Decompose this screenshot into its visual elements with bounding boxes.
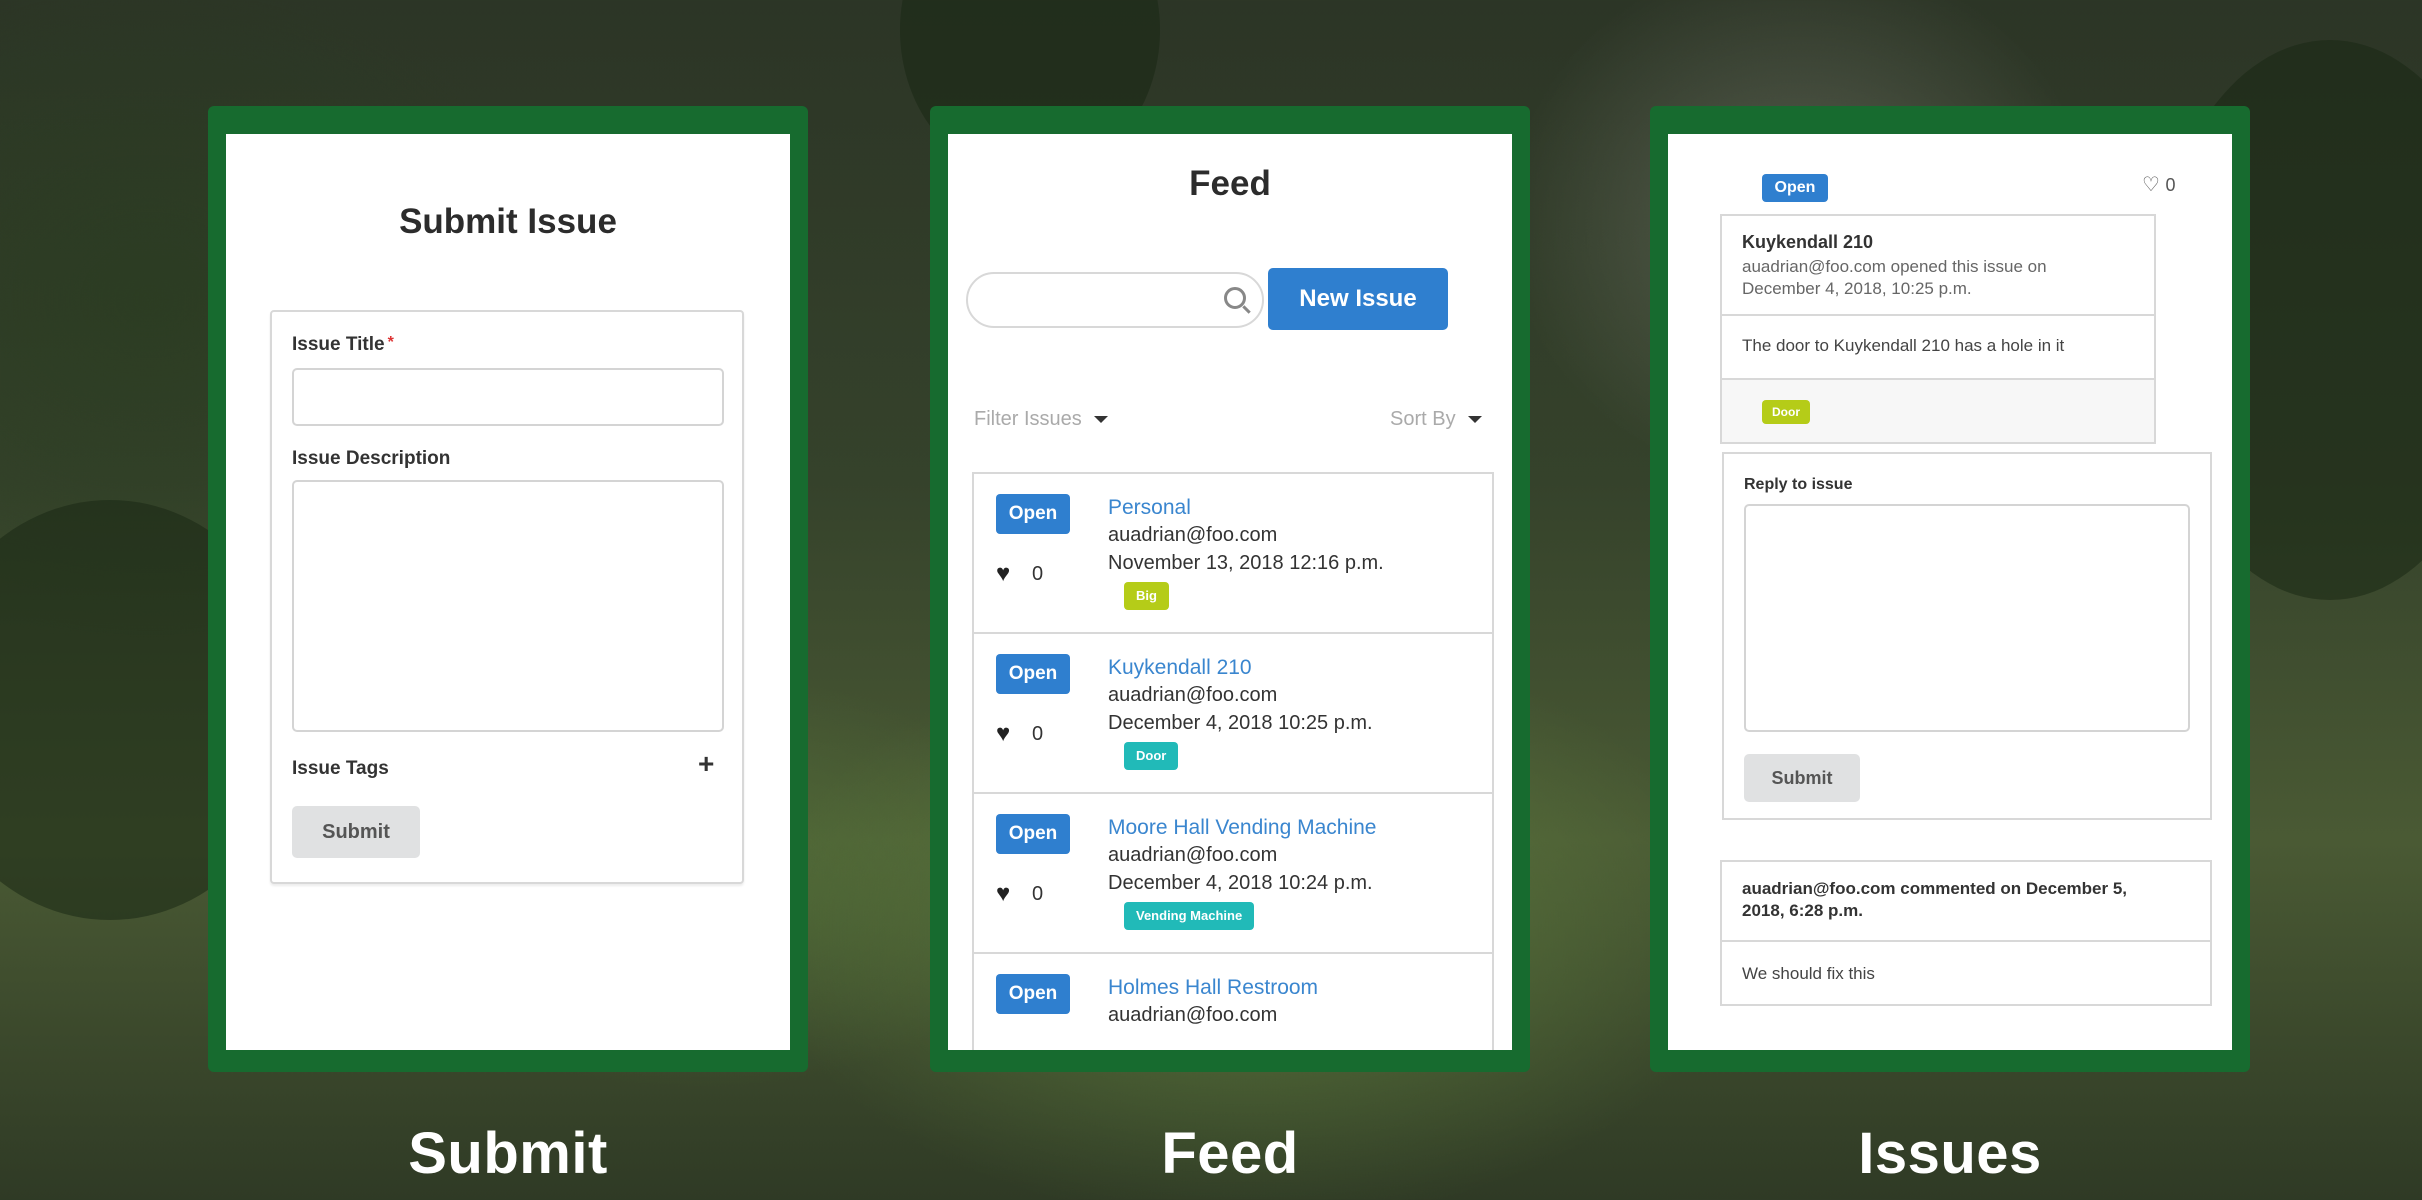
tag-label: Vending Machine (1124, 902, 1255, 930)
issue-description-label: Issue Description (292, 448, 451, 469)
heart-icon[interactable]: ♥ (996, 880, 1010, 908)
issue-date: November 13, 2018 12:16 p.m. (1108, 552, 1384, 574)
sort-by-dropdown[interactable]: Sort By (1390, 408, 1482, 431)
sort-by-label: Sort By (1390, 408, 1456, 430)
search-input[interactable] (966, 272, 1264, 328)
issue-title-link[interactable]: Holmes Hall Restroom (1108, 976, 1318, 1000)
issue-header: Kuykendall 210 auadrian@foo.com opened t… (1720, 214, 2156, 316)
comment-header: auadrian@foo.com commented on December 5… (1720, 860, 2212, 942)
comment-body: We should fix this (1720, 940, 2212, 1006)
heart-outline-icon: ♡ (2142, 174, 2160, 196)
like-count: 0 (1032, 723, 1044, 745)
like-button[interactable]: ♡ 0 (2142, 172, 2176, 197)
status-badge: Open (996, 494, 1070, 534)
issue-title-label: Issue Title * (292, 334, 394, 356)
issue-title-input[interactable] (292, 368, 724, 426)
caption-issues: Issues (1858, 1121, 2042, 1186)
submit-phone-frame: Submit Issue Issue Title * Issue Descript… (208, 106, 808, 1072)
heart-icon[interactable]: ♥ (996, 560, 1010, 588)
issue-date: December 4, 2018 10:24 p.m. (1108, 872, 1373, 894)
list-item[interactable]: Open ♥ 0 Personal auadrian@foo.com Novem… (974, 474, 1492, 634)
chevron-down-icon (1467, 416, 1482, 424)
new-issue-button[interactable]: New Issue (1268, 268, 1448, 330)
submit-form: Issue Title * Issue Description Issue Tag… (270, 310, 744, 884)
list-item[interactable]: Open ♥ 0 Moore Hall Vending Machine auad… (974, 794, 1492, 954)
status-badge: Open (996, 974, 1070, 1014)
comment-author-info: auadrian@foo.com commented on December 5… (1742, 879, 2127, 920)
like-count: 0 (2165, 175, 2176, 195)
issue-opened-info: auadrian@foo.com opened this issue on De… (1742, 257, 2047, 298)
comment-text: We should fix this (1742, 964, 1875, 983)
submit-reply-button[interactable]: Submit (1744, 754, 1860, 802)
filter-issues-dropdown[interactable]: Filter Issues (974, 408, 1108, 431)
issue-list: Open ♥ 0 Personal auadrian@foo.com Novem… (972, 472, 1494, 1050)
search-icon[interactable] (1224, 287, 1246, 309)
reply-label: Reply to issue (1744, 476, 1853, 493)
list-item[interactable]: Open Holmes Hall Restroom auadrian@foo.c… (974, 954, 1492, 1050)
filter-issues-label: Filter Issues (974, 408, 1082, 430)
tag-label: Door (1762, 400, 1810, 424)
issue-tags-label: Issue Tags (292, 758, 389, 779)
issue-description: The door to Kuykendall 210 has a hole in… (1720, 314, 2156, 380)
issue-date: December 4, 2018 10:25 p.m. (1108, 712, 1373, 734)
chevron-down-icon (1093, 416, 1108, 424)
status-badge: Open (1762, 174, 1828, 202)
reply-textarea[interactable] (1744, 504, 2190, 732)
issue-title: Kuykendall 210 (1742, 232, 1874, 252)
caption-submit: Submit (408, 1121, 608, 1186)
issue-description-textarea[interactable] (292, 480, 724, 732)
issues-phone-frame: Open ♡ 0 Kuykendall 210 auadrian@foo.com… (1650, 106, 2250, 1072)
status-badge: Open (996, 814, 1070, 854)
feed-phone-frame: Feed New Issue Filter Issues Sort By Ope… (930, 106, 1530, 1072)
issue-user: auadrian@foo.com (1108, 1004, 1278, 1026)
issue-user: auadrian@foo.com (1108, 844, 1278, 866)
page-title: Submit Issue (399, 202, 617, 241)
issue-title-link[interactable]: Moore Hall Vending Machine (1108, 816, 1377, 840)
issue-tags: Door (1720, 378, 2156, 444)
tag-label: Big (1124, 582, 1169, 610)
like-count: 0 (1032, 883, 1044, 905)
submit-screen: Submit Issue Issue Title * Issue Descript… (226, 134, 790, 1050)
issue-description-text: The door to Kuykendall 210 has a hole in… (1742, 336, 2065, 355)
heart-icon[interactable]: ♥ (996, 720, 1010, 748)
issue-title-link[interactable]: Kuykendall 210 (1108, 656, 1252, 680)
submit-button[interactable]: Submit (292, 806, 420, 858)
tag-label: Door (1124, 742, 1179, 770)
page-title: Feed (1189, 164, 1271, 203)
issue-user: auadrian@foo.com (1108, 524, 1278, 546)
issue-title-link[interactable]: Personal (1108, 496, 1191, 520)
status-badge: Open (996, 654, 1070, 694)
add-tag-icon[interactable]: + (698, 748, 714, 780)
feed-screen: Feed New Issue Filter Issues Sort By Ope… (948, 134, 1512, 1050)
required-mark: * (387, 334, 394, 351)
like-count: 0 (1032, 563, 1044, 585)
reply-form: Reply to issue Submit (1722, 452, 2212, 820)
caption-feed: Feed (1161, 1121, 1299, 1186)
list-item[interactable]: Open ♥ 0 Kuykendall 210 auadrian@foo.com… (974, 634, 1492, 794)
issue-user: auadrian@foo.com (1108, 684, 1278, 706)
issue-title-label-text: Issue Title (292, 334, 385, 355)
issues-screen: Open ♡ 0 Kuykendall 210 auadrian@foo.com… (1668, 134, 2232, 1050)
